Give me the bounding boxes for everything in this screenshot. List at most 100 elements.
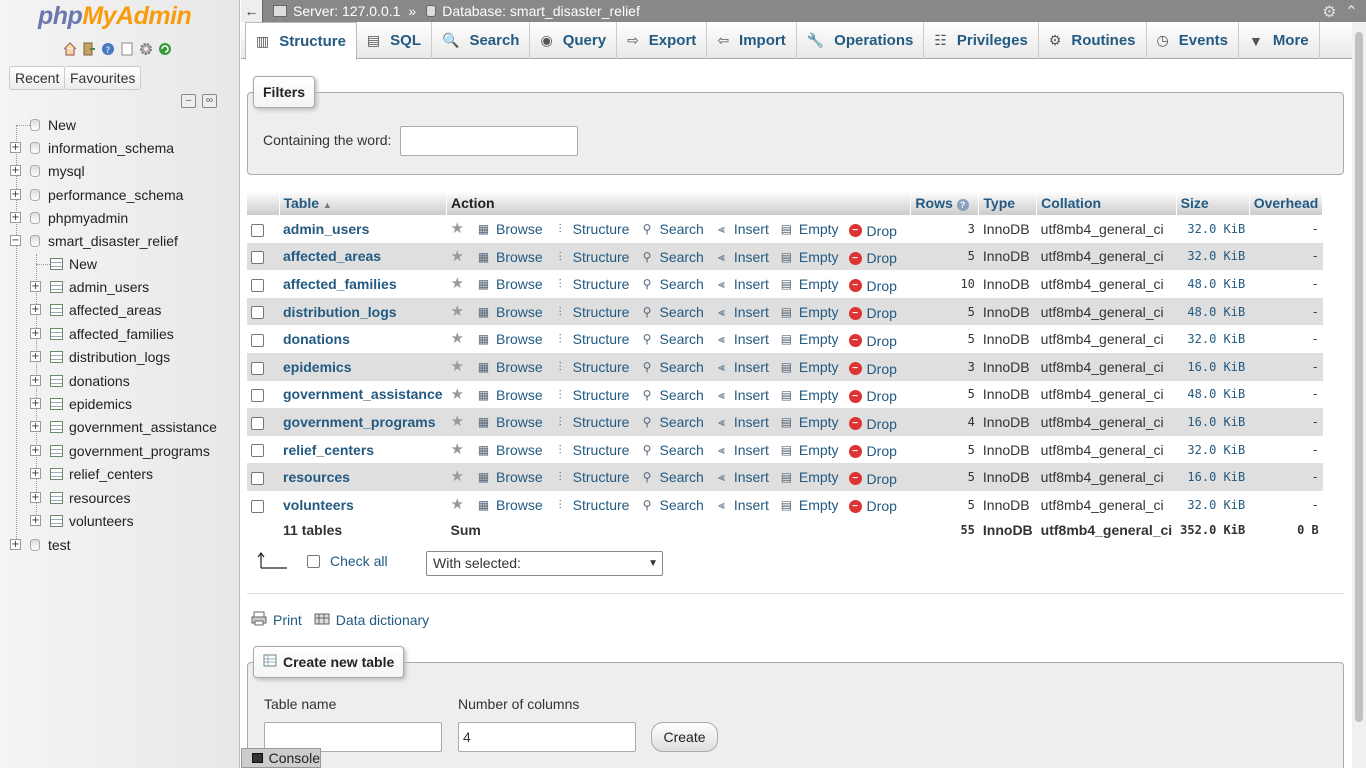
row-size[interactable]: 32.0 KiB — [1176, 435, 1250, 464]
structure-action[interactable]: ⫶ Structure — [553, 221, 630, 237]
insert-action[interactable]: ⫷ Insert — [714, 359, 769, 375]
expand-icon[interactable]: + — [30, 444, 41, 456]
row-checkbox[interactable] — [251, 306, 264, 320]
link-with-main-icon[interactable]: ∞ — [202, 94, 217, 108]
sidebar-db-performance_schema[interactable]: + performance_schema — [0, 184, 239, 206]
header-collation[interactable]: Collation — [1036, 191, 1177, 215]
tab-more[interactable]: ▼ More — [1239, 22, 1320, 59]
favorite-star-icon[interactable]: ★ — [451, 441, 464, 458]
row-checkbox[interactable] — [251, 499, 264, 513]
drop-action[interactable]: − Drop — [848, 361, 897, 377]
sidebar-table-relief_centers[interactable]: + relief_centers — [0, 463, 239, 485]
with-selected-dropdown[interactable]: With selected: ▼ — [426, 551, 663, 576]
structure-action[interactable]: ⫶ Structure — [553, 497, 630, 513]
header-size[interactable]: Size — [1176, 191, 1250, 215]
sidebar-table-affected_areas[interactable]: + affected_areas — [0, 299, 239, 321]
table-name-link[interactable]: admin_users — [279, 215, 447, 243]
search-action[interactable]: ⚲ Search — [639, 304, 704, 320]
table-name-link[interactable]: distribution_logs — [279, 297, 447, 326]
empty-action[interactable]: ▤ Empty — [779, 331, 839, 347]
header-type[interactable]: Type — [978, 191, 1038, 215]
header-table[interactable]: Table ▲ — [279, 191, 448, 215]
tab-query[interactable]: ◉ Query — [530, 22, 618, 59]
table-name-link[interactable]: affected_families — [279, 270, 447, 298]
drop-action[interactable]: − Drop — [848, 250, 897, 266]
row-size[interactable]: 48.0 KiB — [1176, 380, 1250, 409]
expand-icon[interactable]: + — [30, 351, 41, 363]
favorite-star-icon[interactable]: ★ — [451, 386, 464, 403]
sidebar-table-government_assistance[interactable]: + government_assistance — [0, 416, 239, 438]
sidebar-table-donations[interactable]: + donations — [0, 370, 239, 392]
sidebar-table-government_programs[interactable]: + government_programs — [0, 440, 239, 462]
favorite-star-icon[interactable]: ★ — [451, 358, 464, 375]
collapse-all-icon[interactable]: – — [181, 94, 196, 108]
sidebar-db-smart_disaster_relief[interactable]: − smart_disaster_relief — [0, 230, 239, 252]
sidebar-table-affected_families[interactable]: + affected_families — [0, 323, 239, 345]
drop-action[interactable]: − Drop — [848, 416, 897, 432]
data-dictionary-link[interactable]: Data dictionary — [336, 612, 429, 628]
row-size[interactable]: 32.0 KiB — [1176, 325, 1250, 353]
empty-action[interactable]: ▤ Empty — [779, 387, 839, 403]
browse-action[interactable]: ▦ Browse — [476, 276, 543, 292]
drop-action[interactable]: − Drop — [848, 443, 897, 459]
settings-gear-icon[interactable]: ⚙ — [1322, 2, 1336, 22]
sidebar-db-mysql[interactable]: + mysql — [0, 160, 239, 182]
insert-action[interactable]: ⫷ Insert — [714, 276, 769, 292]
docs-icon[interactable] — [119, 41, 135, 57]
reload-icon[interactable] — [157, 41, 173, 57]
help-icon[interactable]: ? — [100, 41, 116, 57]
browse-action[interactable]: ▦ Browse — [476, 442, 543, 458]
empty-action[interactable]: ▤ Empty — [779, 221, 839, 237]
search-action[interactable]: ⚲ Search — [639, 414, 704, 430]
row-checkbox[interactable] — [251, 278, 264, 292]
insert-action[interactable]: ⫷ Insert — [714, 221, 769, 237]
expand-icon[interactable]: + — [30, 421, 41, 433]
tab-operations[interactable]: 🔧 Operations — [797, 22, 925, 59]
favorite-star-icon[interactable]: ★ — [451, 248, 464, 265]
structure-action[interactable]: ⫶ Structure — [553, 359, 630, 375]
table-name-link[interactable]: affected_areas — [279, 242, 447, 271]
favourites-button[interactable]: Favourites — [64, 66, 142, 90]
drop-action[interactable]: − Drop — [848, 471, 897, 487]
console-toggle[interactable]: Console — [241, 748, 321, 768]
search-action[interactable]: ⚲ Search — [639, 331, 704, 347]
structure-action[interactable]: ⫶ Structure — [553, 442, 630, 458]
browse-action[interactable]: ▦ Browse — [476, 469, 543, 485]
table-name-link[interactable]: relief_centers — [279, 435, 447, 464]
row-checkbox[interactable] — [251, 444, 264, 458]
row-size[interactable]: 48.0 KiB — [1176, 297, 1250, 326]
breadcrumb-database[interactable]: Database: smart_disaster_relief — [426, 3, 640, 19]
drop-action[interactable]: − Drop — [848, 388, 897, 404]
num-columns-input[interactable]: 4 — [458, 722, 636, 752]
logout-icon[interactable] — [81, 41, 97, 57]
back-arrow-icon[interactable]: ← — [241, 0, 263, 22]
row-checkbox[interactable] — [251, 416, 264, 430]
row-checkbox[interactable] — [251, 471, 264, 485]
tree-item-new[interactable]: New — [0, 114, 239, 136]
structure-action[interactable]: ⫶ Structure — [553, 414, 630, 430]
tab-import[interactable]: ⇦ Import — [707, 22, 797, 59]
table-name-link[interactable]: resources — [279, 463, 447, 491]
favorite-star-icon[interactable]: ★ — [451, 468, 464, 485]
search-action[interactable]: ⚲ Search — [639, 359, 704, 375]
sidebar-table-volunteers[interactable]: + volunteers — [0, 510, 239, 532]
tab-structure[interactable]: ▥ Structure — [245, 22, 357, 60]
empty-action[interactable]: ▤ Empty — [779, 414, 839, 430]
favorite-star-icon[interactable]: ★ — [451, 413, 464, 430]
empty-action[interactable]: ▤ Empty — [779, 304, 839, 320]
home-icon[interactable] — [62, 41, 78, 57]
structure-action[interactable]: ⫶ Structure — [553, 469, 630, 485]
filter-input[interactable] — [400, 126, 578, 156]
sidebar-table-resources[interactable]: + resources — [0, 487, 239, 509]
drop-action[interactable]: − Drop — [848, 223, 897, 239]
insert-action[interactable]: ⫷ Insert — [714, 442, 769, 458]
row-size[interactable]: 32.0 KiB — [1176, 215, 1250, 243]
search-action[interactable]: ⚲ Search — [639, 387, 704, 403]
tab-export[interactable]: ⇨ Export — [617, 22, 708, 59]
row-checkbox[interactable] — [251, 223, 264, 237]
tab-search[interactable]: 🔍 Search — [432, 22, 531, 59]
structure-action[interactable]: ⫶ Structure — [553, 249, 630, 265]
collapse-topbar-icon[interactable]: ⌃ — [1345, 2, 1358, 22]
page-scrollbar[interactable] — [1352, 22, 1366, 768]
expand-icon[interactable]: + — [10, 539, 21, 550]
